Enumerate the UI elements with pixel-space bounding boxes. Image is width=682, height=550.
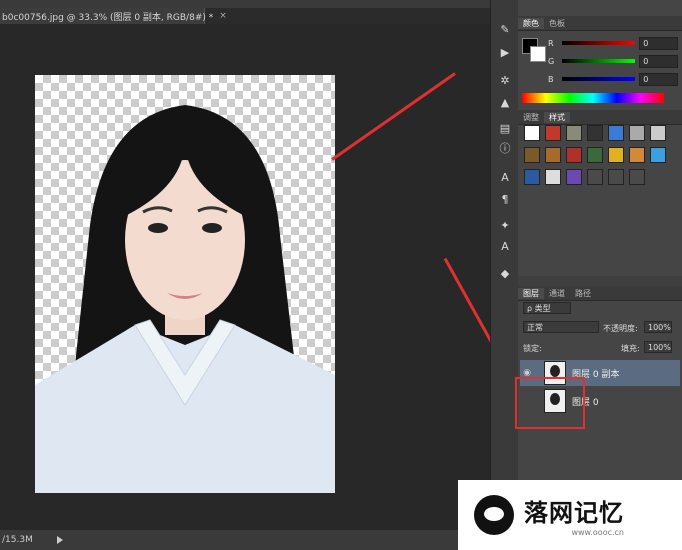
opacity-field[interactable]: 100% <box>644 321 672 333</box>
color-row-b: B 0 <box>548 72 679 86</box>
play-icon[interactable]: ▶ <box>498 47 512 59</box>
style-panel-tabs: 调整 样式 <box>518 110 682 125</box>
style-swatch[interactable] <box>650 147 666 163</box>
value-b[interactable]: 0 <box>639 72 679 86</box>
lock-label: 锁定: <box>523 344 542 353</box>
style-swatch[interactable] <box>629 147 645 163</box>
style-swatch[interactable] <box>545 147 561 163</box>
watermark: 落网记忆 www.oooc.cn <box>458 480 682 550</box>
style-swatch[interactable] <box>566 169 582 185</box>
color-spectrum[interactable] <box>522 93 664 103</box>
style-swatch[interactable] <box>524 125 540 141</box>
document-tab[interactable]: b0c00756.jpg @ 33.3% (图层 0 副本, RGB/8#) *… <box>0 8 227 24</box>
annotation-box <box>515 377 585 429</box>
tab-paths[interactable]: 路径 <box>570 288 596 299</box>
fill-field[interactable]: 100% <box>644 341 672 353</box>
style-swatch[interactable] <box>629 169 645 185</box>
style-swatch[interactable] <box>566 125 582 141</box>
status-bar: /15.3M <box>0 530 490 550</box>
style-swatch[interactable] <box>608 147 624 163</box>
status-size: /15.3M <box>2 535 33 545</box>
gear-icon[interactable]: ✲ <box>498 75 512 87</box>
text-icon[interactable]: A <box>498 241 512 253</box>
value-r[interactable]: 0 <box>639 36 679 50</box>
styles-grid <box>518 125 682 195</box>
layer-filter-select[interactable]: ρ 类型 <box>523 302 571 314</box>
style-swatch[interactable] <box>608 125 624 141</box>
style-swatch[interactable] <box>608 169 624 185</box>
style-swatch[interactable] <box>587 125 603 141</box>
tab-swatches[interactable]: 色板 <box>544 18 570 29</box>
color-panel-tabs: 颜色 色板 <box>518 16 682 31</box>
blend-mode-select[interactable]: 正常 <box>523 321 599 333</box>
fill-label: 填充: <box>621 344 640 353</box>
paths-icon[interactable]: ¶ <box>498 194 512 206</box>
color-row-g: G 0 <box>548 54 679 68</box>
layers-panel-tabs: 图层 通道 路径 <box>518 286 682 301</box>
layers-icon[interactable]: ▤ <box>498 123 512 135</box>
watermark-url: www.oooc.cn <box>571 528 624 537</box>
watermark-logo-icon <box>474 495 514 535</box>
style-swatch[interactable] <box>566 147 582 163</box>
right-panels: 颜色 色板 R 0 G 0 B 0 调整 样式 图层 通道 路径 ρ 类型 正常… <box>518 0 682 550</box>
brush-icon[interactable]: ✎ <box>498 24 512 36</box>
value-g[interactable]: 0 <box>639 54 679 68</box>
document-title: b0c00756.jpg @ 33.3% (图层 0 副本, RGB/8#) * <box>2 12 214 23</box>
close-tab-icon[interactable]: × <box>219 11 227 21</box>
color-row-r: R 0 <box>548 36 679 50</box>
watermark-text: 落网记忆 <box>524 499 624 527</box>
style-swatch[interactable] <box>545 125 561 141</box>
style-swatch[interactable] <box>587 169 603 185</box>
tab-layers[interactable]: 图层 <box>518 287 544 299</box>
style-swatch[interactable] <box>524 169 540 185</box>
style-swatch[interactable] <box>545 169 561 185</box>
cube-icon[interactable]: ◆ <box>498 268 512 280</box>
style-swatch[interactable] <box>524 147 540 163</box>
character-icon[interactable]: ✦ <box>498 220 512 232</box>
tab-color[interactable]: 颜色 <box>518 17 544 29</box>
paragraph-icon[interactable]: A <box>498 172 512 184</box>
style-swatch[interactable] <box>650 125 666 141</box>
tab-styles[interactable]: 样式 <box>544 111 570 123</box>
styles-footer <box>518 276 682 286</box>
panel-icon-strip: ✎ ▶ ✲ ▲ ▤ ⓘ A ¶ ✦ A ◆ <box>490 0 519 550</box>
style-swatch[interactable] <box>629 125 645 141</box>
levels-icon[interactable]: ▲ <box>498 97 512 109</box>
portrait-image <box>35 105 335 493</box>
info-icon[interactable]: ⓘ <box>498 143 512 155</box>
play-icon[interactable] <box>56 536 63 544</box>
tab-adjustments[interactable]: 调整 <box>518 112 544 123</box>
tab-channels[interactable]: 通道 <box>544 288 570 299</box>
background-color-swatch[interactable] <box>530 46 546 62</box>
photo-canvas[interactable] <box>35 75 335 493</box>
style-swatch[interactable] <box>587 147 603 163</box>
opacity-label: 不透明度: <box>603 324 638 333</box>
